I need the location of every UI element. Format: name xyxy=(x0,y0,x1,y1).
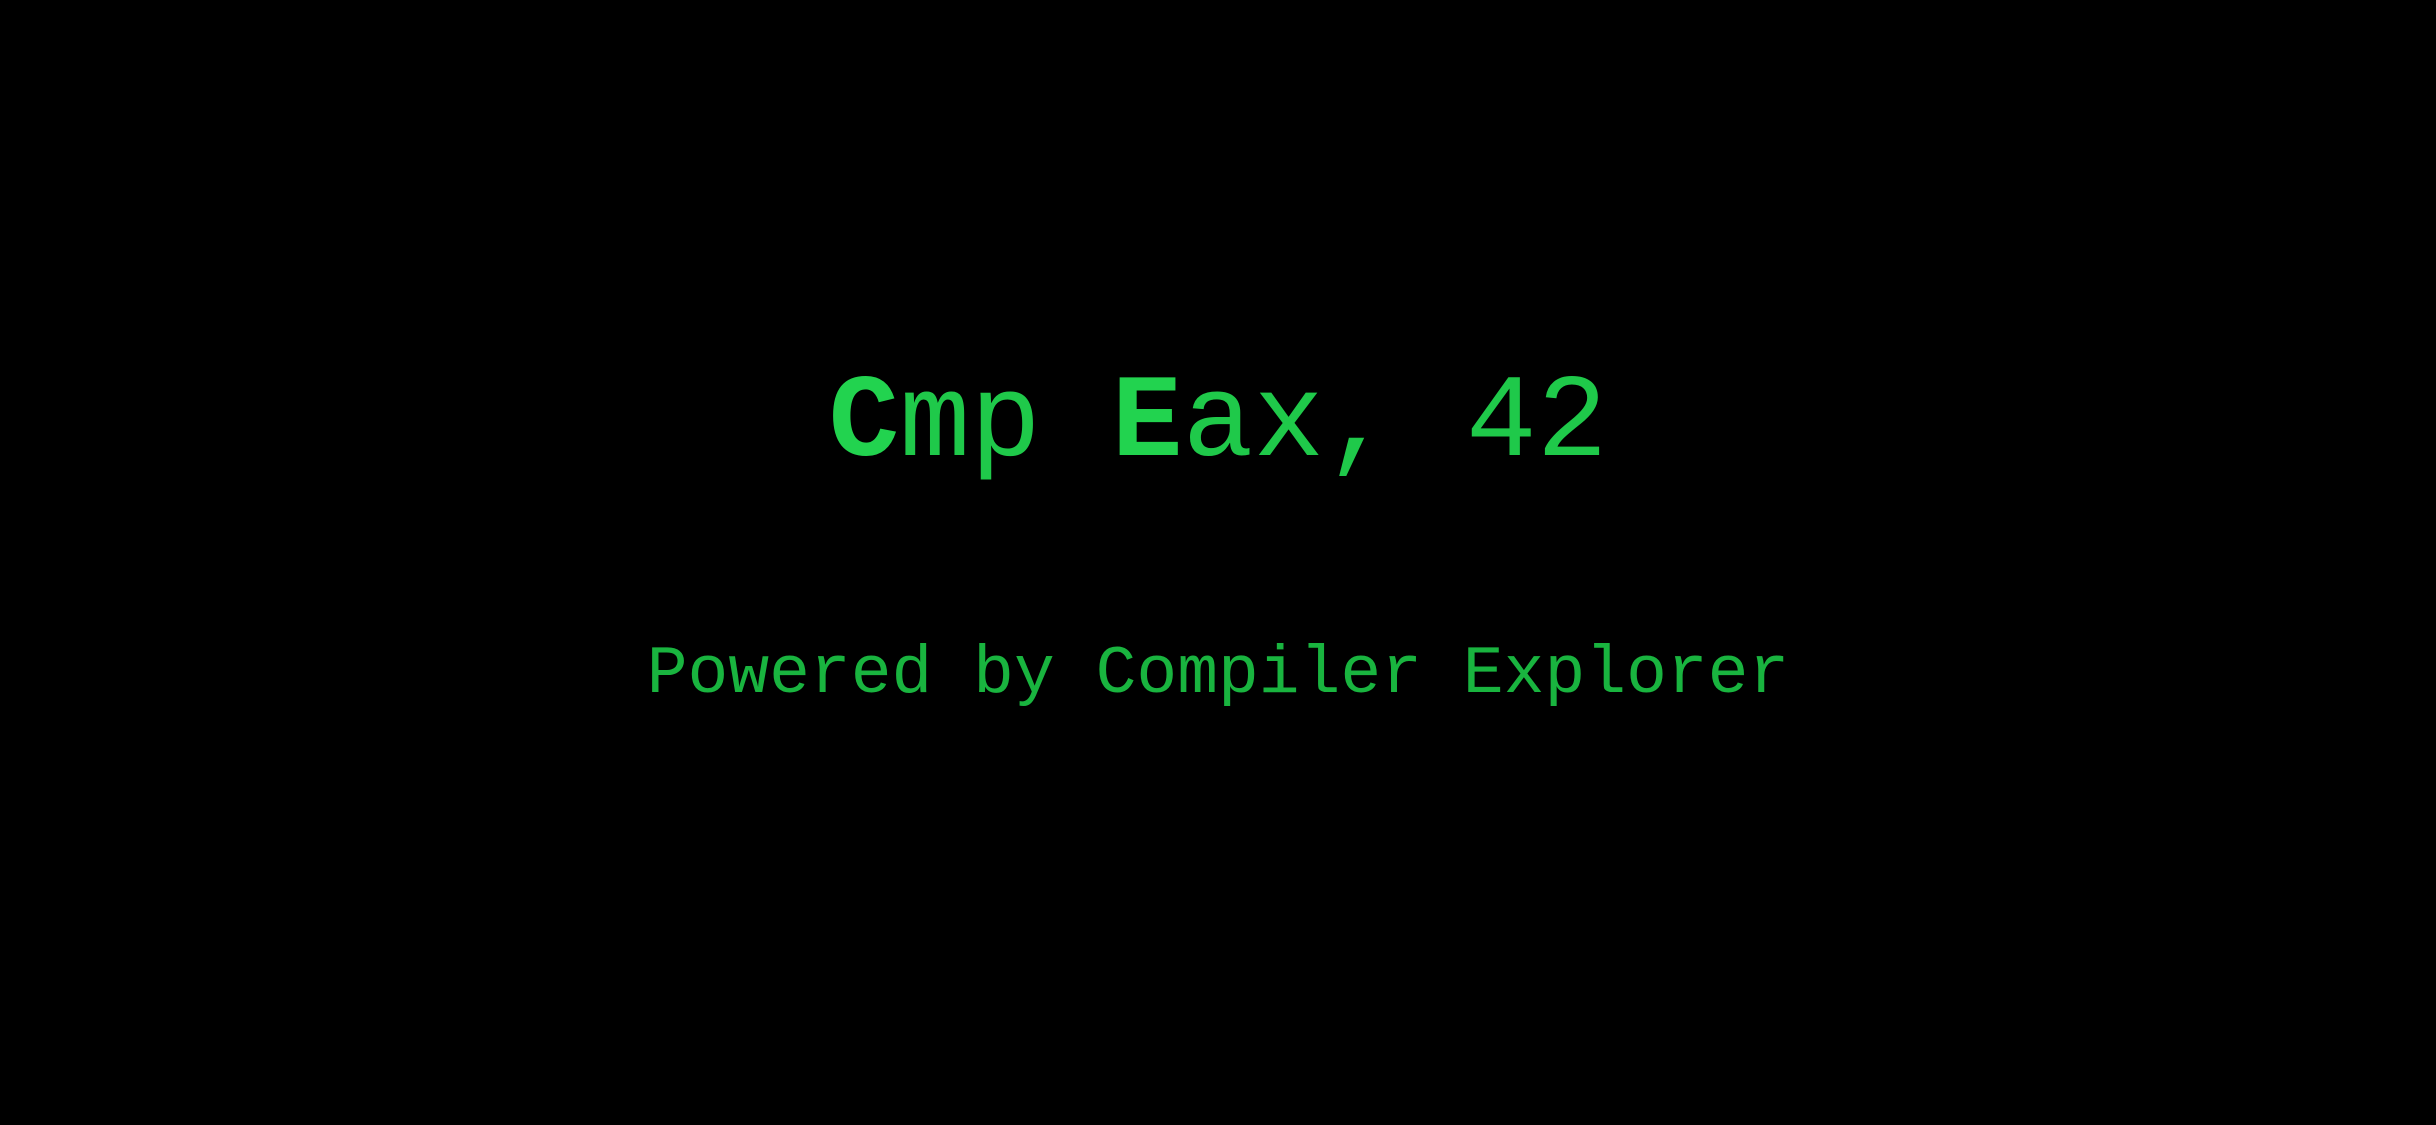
title-initial-c: C xyxy=(828,358,900,491)
title-word-eax: ax, 42 xyxy=(1182,358,1608,491)
splash-screen: Cmp Eax, 42 Powered by Compiler Explorer xyxy=(0,0,2436,1125)
app-title: Cmp Eax, 42 xyxy=(0,350,2436,500)
title-word-cmp: mp xyxy=(899,358,1112,491)
powered-by-text: Powered by Compiler Explorer xyxy=(646,636,1790,713)
title-initial-e: E xyxy=(1111,358,1183,491)
